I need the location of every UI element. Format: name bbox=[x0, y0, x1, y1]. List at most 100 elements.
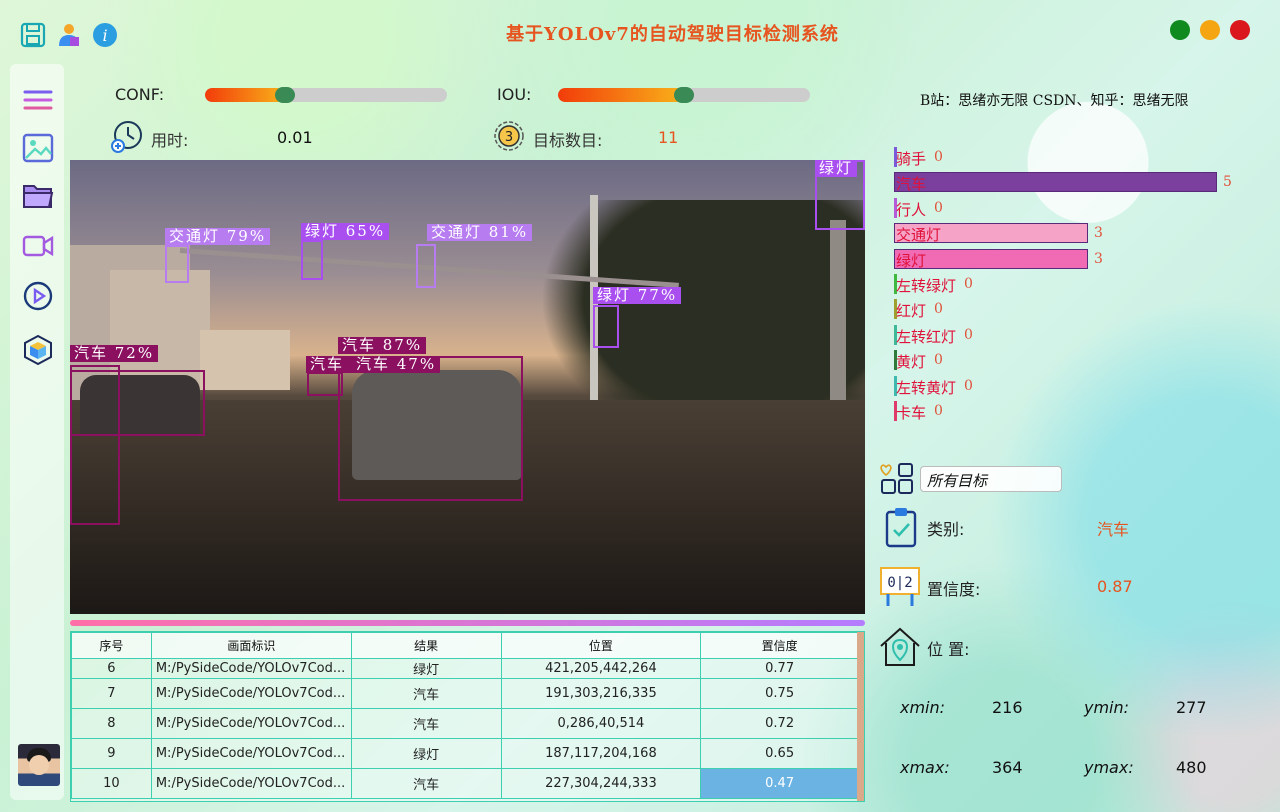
table-cell: 0.65 bbox=[700, 738, 859, 769]
count-label: 目标数目: bbox=[533, 131, 603, 150]
xmin-label: xmin: bbox=[900, 698, 946, 717]
class-value: 汽车 bbox=[1097, 520, 1130, 539]
column-header[interactable]: 序号 bbox=[71, 632, 152, 659]
chart-bar-value: 0 bbox=[934, 200, 943, 216]
confidence-icon: 0|2 bbox=[880, 567, 920, 606]
detection-label: 汽车 72% bbox=[70, 345, 159, 362]
detection-label: 汽车 bbox=[306, 356, 352, 373]
class-label: 类别: bbox=[927, 520, 965, 539]
conf-slider-knob[interactable] bbox=[275, 87, 295, 103]
detection-box[interactable] bbox=[416, 244, 436, 288]
table-cell: 汽车 bbox=[350, 768, 502, 799]
table-cell: 10 bbox=[71, 768, 152, 799]
count-value: 11 bbox=[658, 128, 679, 147]
chart-bar-value: 3 bbox=[1094, 225, 1103, 241]
detection-label: 交通灯 79% bbox=[165, 228, 271, 245]
xmax-value: 364 bbox=[992, 758, 1023, 777]
table-cell: 191,303,216,335 bbox=[500, 678, 702, 709]
close-button[interactable] bbox=[1230, 20, 1250, 40]
detection-box[interactable] bbox=[70, 370, 205, 436]
avatar[interactable] bbox=[18, 744, 60, 786]
column-header[interactable]: 置信度 bbox=[700, 632, 859, 659]
author-credit: B站：思绪亦无限 CSDN、知乎：思绪无限 bbox=[920, 93, 1189, 109]
detection-image[interactable]: 汽车 72% 汽车 87% 汽车 47% 汽车 交通灯 79% 交通灯 81% … bbox=[70, 160, 865, 614]
table-cell: M:/PySideCode/YOLOv7Cod... bbox=[150, 658, 352, 679]
xmin-value: 216 bbox=[992, 698, 1023, 717]
target-select[interactable]: 所有目标 bbox=[920, 466, 1062, 492]
table-row[interactable]: 8 M:/PySideCode/YOLOv7Cod... 汽车 0,286,40… bbox=[71, 708, 859, 739]
table-cell: 汽车 bbox=[350, 678, 502, 709]
folder-icon[interactable] bbox=[22, 180, 54, 212]
table-cell: 0.72 bbox=[700, 708, 859, 739]
chart-bar-label: 汽车 bbox=[896, 175, 927, 193]
table-cell: M:/PySideCode/YOLOv7Cod... bbox=[150, 678, 352, 709]
minimize-button[interactable] bbox=[1200, 20, 1220, 40]
iou-label: IOU: bbox=[497, 85, 532, 104]
detection-box[interactable] bbox=[338, 356, 523, 501]
results-table[interactable]: 序号 画面标识 结果 位置 置信度 6 M:/PySideCode/YOLOv7… bbox=[70, 631, 865, 802]
chart-bar-label: 左转绿灯 bbox=[896, 277, 957, 295]
detection-progress-bar bbox=[70, 620, 865, 626]
table-row[interactable]: 6 M:/PySideCode/YOLOv7Cod... 绿灯 421,205,… bbox=[71, 658, 859, 679]
target-filter-icon bbox=[880, 463, 913, 494]
table-cell: M:/PySideCode/YOLOv7Cod... bbox=[150, 708, 352, 739]
maximize-button[interactable] bbox=[1170, 20, 1190, 40]
ymin-label: ymin: bbox=[1084, 698, 1130, 717]
chart-bar-label: 红灯 bbox=[896, 302, 927, 320]
detection-box[interactable] bbox=[307, 372, 343, 396]
confidence-label: 置信度: bbox=[927, 580, 981, 599]
detection-box[interactable] bbox=[593, 305, 619, 348]
column-header[interactable]: 结果 bbox=[350, 632, 502, 659]
conf-slider-fill bbox=[205, 88, 285, 102]
detection-label: 绿灯 bbox=[815, 160, 858, 177]
image-icon[interactable] bbox=[22, 132, 54, 164]
detection-box[interactable] bbox=[165, 245, 189, 283]
time-label: 用时: bbox=[151, 131, 189, 150]
table-cell: 187,117,204,168 bbox=[500, 738, 702, 769]
chart-bar-value: 5 bbox=[1223, 174, 1232, 190]
iou-slider-knob[interactable] bbox=[674, 87, 694, 103]
chart-bar-label: 交通灯 bbox=[896, 226, 942, 244]
chart-bar-value: 0 bbox=[964, 276, 973, 292]
time-value: 0.01 bbox=[277, 128, 313, 147]
menu-icon[interactable] bbox=[22, 84, 54, 116]
sidebar bbox=[10, 64, 64, 800]
table-cell: 0.77 bbox=[700, 658, 859, 679]
table-scrollbar[interactable] bbox=[857, 632, 864, 801]
table-row[interactable]: 9 M:/PySideCode/YOLOv7Cod... 绿灯 187,117,… bbox=[71, 738, 859, 769]
clipboard-icon bbox=[885, 508, 917, 548]
table-cell: 汽车 bbox=[350, 708, 502, 739]
ymax-value: 480 bbox=[1176, 758, 1207, 777]
table-cell: 227,304,244,333 bbox=[500, 768, 702, 799]
svg-text:0|2: 0|2 bbox=[887, 575, 912, 591]
position-label: 位 置: bbox=[927, 640, 970, 659]
play-icon[interactable] bbox=[22, 280, 54, 312]
table-cell: 6 bbox=[71, 658, 152, 679]
confidence-value: 0.87 bbox=[1097, 577, 1133, 596]
chart-bar-label: 绿灯 bbox=[896, 252, 927, 270]
ymax-label: ymax: bbox=[1084, 758, 1134, 777]
cube-icon[interactable] bbox=[22, 334, 54, 366]
clock-icon bbox=[111, 121, 142, 153]
column-header[interactable]: 画面标识 bbox=[150, 632, 352, 659]
video-icon[interactable] bbox=[22, 230, 54, 262]
table-row[interactable]: 7 M:/PySideCode/YOLOv7Cod... 汽车 191,303,… bbox=[71, 678, 859, 709]
table-cell: 9 bbox=[71, 738, 152, 769]
iou-slider-fill bbox=[558, 88, 684, 102]
chart-bar-value: 0 bbox=[934, 149, 943, 165]
detection-label: 汽车 87% bbox=[338, 337, 427, 354]
chart-bar-value: 0 bbox=[964, 327, 973, 343]
conf-slider[interactable] bbox=[205, 88, 447, 102]
column-header[interactable]: 位置 bbox=[500, 632, 702, 659]
location-icon bbox=[880, 627, 920, 666]
detection-label: 汽车 47% bbox=[352, 356, 441, 373]
conf-label: CONF: bbox=[115, 85, 165, 104]
table-row[interactable]: 10 M:/PySideCode/YOLOv7Cod... 汽车 227,304… bbox=[71, 768, 859, 799]
table-cell: 7 bbox=[71, 678, 152, 709]
table-scrollbar-thumb[interactable] bbox=[857, 632, 864, 801]
table-cell: 0.75 bbox=[700, 678, 859, 709]
detection-box[interactable] bbox=[301, 240, 323, 280]
detection-label: 绿灯 77% bbox=[593, 287, 682, 304]
chart-bar-value: 0 bbox=[964, 378, 973, 394]
table-header-row: 序号 画面标识 结果 位置 置信度 bbox=[71, 632, 859, 659]
